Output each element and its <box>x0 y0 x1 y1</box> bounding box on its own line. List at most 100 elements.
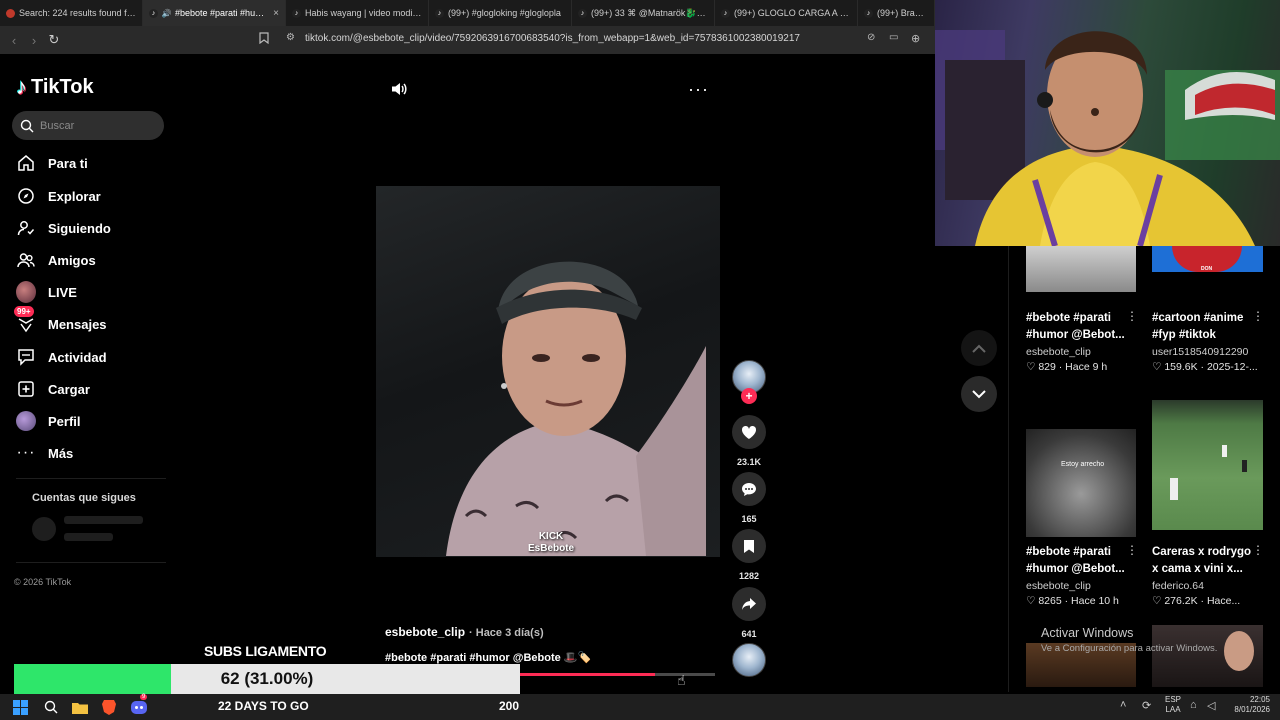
mouse-cursor-icon: ☝ <box>677 672 686 688</box>
tiktok-logo[interactable]: ♪ TikTok <box>16 74 94 100</box>
tiktok-favicon-icon: ♪ <box>435 8 444 18</box>
more-icon: ··· <box>16 444 36 461</box>
sync-icon[interactable]: ⟳ <box>1142 699 1151 712</box>
recommended-thumbnail[interactable] <box>1152 625 1263 687</box>
recommended-stats: ♡ 8265 · Hace 10 h <box>1026 595 1119 607</box>
chevron-down-icon <box>972 389 986 398</box>
creator-avatar-button[interactable]: + <box>731 360 767 404</box>
recommended-caption[interactable]: #bebote #parati #humor @Bebot... <box>1026 310 1134 344</box>
lang-top: ESP <box>1165 695 1182 704</box>
nav-item-mas[interactable]: ··· Más <box>16 440 74 466</box>
browser-tab[interactable]: ♪ (99+) GLOGLO CARGA A EMIY <box>715 0 858 26</box>
thumbnail-label: DON <box>1201 266 1213 272</box>
recommended-author[interactable]: esbebote_clip <box>1026 580 1091 592</box>
watermark-line: EsBebote <box>528 543 575 554</box>
nav-item-mensajes[interactable]: 99+ Mensajes <box>14 306 107 337</box>
nav-label: Mensajes <box>48 316 107 332</box>
recommended-author[interactable]: federico.64 <box>1152 580 1204 592</box>
post-date: · Hace 3 día(s) <box>469 627 544 639</box>
close-tab-icon[interactable]: × <box>273 8 279 19</box>
taskbar-search-icon[interactable] <box>42 698 60 716</box>
tray-chevron-up-icon[interactable]: ˄ <box>1120 699 1126 711</box>
activate-windows-subtitle: Ve a Configuración para activar Windows. <box>1041 643 1218 654</box>
search-input[interactable]: Buscar <box>12 111 164 140</box>
nav-item-explorar[interactable]: Explorar <box>16 183 101 209</box>
video-caption[interactable]: #bebote #parati #humor @Bebote 🎩🏷️ <box>385 651 591 664</box>
nav-item-live[interactable]: LIVE <box>16 279 77 305</box>
recommended-caption[interactable]: #bebote #parati #humor @Bebot... <box>1026 544 1134 578</box>
recommended-author[interactable]: esbebote_clip <box>1026 346 1091 358</box>
url-field[interactable]: tiktok.com/@esbebote_clip/video/75920639… <box>305 33 800 44</box>
tab-title: Search: 224 results found for "j <box>19 8 136 18</box>
browser-tab[interactable]: Search: 224 results found for "j <box>0 0 143 26</box>
player-figure <box>1242 460 1247 472</box>
recommended-thumbnail[interactable] <box>1026 246 1136 292</box>
following-accounts-title: Cuentas que sigues <box>32 492 136 504</box>
brave-browser-icon[interactable] <box>100 698 118 716</box>
nav-item-actividad[interactable]: Actividad <box>16 344 107 370</box>
recommended-thumbnail[interactable]: Estoy arrecho <box>1026 429 1136 537</box>
video-author-line: esbebote_clip · Hace 3 día(s) <box>385 625 544 639</box>
subs-goal-target: 200 <box>499 699 520 713</box>
video-progress-bar[interactable] <box>520 673 715 676</box>
like-button[interactable]: 23.1K <box>731 415 767 467</box>
recommended-thumbnail[interactable]: DON <box>1152 246 1263 272</box>
zoom-icon[interactable]: ⊕ <box>911 32 920 45</box>
more-options-icon[interactable]: ⋮ <box>1126 309 1138 323</box>
chevron-up-icon <box>972 344 986 353</box>
browser-tab[interactable]: ♪ (99+) 33 ⌘ @Matnarök🐉 #fy <box>572 0 715 26</box>
browser-tab-bar: Search: 224 results found for "j ♪ 🔊 #be… <box>0 0 935 26</box>
input-language[interactable]: ESP LAA <box>1165 695 1181 715</box>
browser-tab[interactable]: ♪ (99+) #glogloking #gloglopla <box>429 0 572 26</box>
previous-video-button[interactable] <box>961 330 997 366</box>
site-info-icon[interactable]: ⚙ <box>286 32 295 43</box>
share-button[interactable]: 641 <box>731 587 767 639</box>
nav-item-perfil[interactable]: Perfil <box>16 408 81 434</box>
save-button[interactable]: 1282 <box>731 529 767 581</box>
profile-avatar-icon <box>16 411 36 431</box>
speaker-icon[interactable]: 🔊 <box>162 9 172 18</box>
recommended-caption[interactable]: Careras x rodrygo x cama x vini x... <box>1152 544 1260 578</box>
bookmark-icon[interactable] <box>259 32 269 47</box>
nav-item-amigos[interactable]: Amigos <box>16 247 96 273</box>
music-disc-icon <box>732 643 766 677</box>
forward-icon[interactable]: › <box>24 33 44 48</box>
recommended-caption[interactable]: #cartoon #anime #fyp #tiktok <box>1152 310 1260 344</box>
share-count: 641 <box>741 629 757 639</box>
nav-label: Siguiendo <box>48 220 111 236</box>
video-progress-fill <box>520 673 655 676</box>
start-menu-icon[interactable] <box>11 698 29 716</box>
recommended-author[interactable]: user1518540912290 <box>1152 346 1248 358</box>
follow-plus-icon[interactable]: + <box>741 388 757 404</box>
recommended-thumbnail[interactable] <box>1152 400 1263 530</box>
next-video-button[interactable] <box>961 376 997 412</box>
discord-icon[interactable]: 9 <box>130 694 148 716</box>
nav-label: Amigos <box>48 252 96 268</box>
reload-icon[interactable]: ↻ <box>44 32 64 48</box>
music-disc-button[interactable] <box>731 643 767 677</box>
more-options-icon[interactable]: ⋮ <box>1126 543 1138 557</box>
browser-tab-active[interactable]: ♪ 🔊 #bebote #parati #humor × <box>143 0 286 26</box>
nav-item-cargar[interactable]: Cargar <box>16 376 90 402</box>
no-tracking-icon[interactable]: ⊘ <box>867 32 875 43</box>
network-icon[interactable]: ⌂ <box>1190 699 1197 711</box>
author-name[interactable]: esbebote_clip <box>385 625 465 639</box>
more-options-icon[interactable]: ⋮ <box>1252 309 1264 323</box>
more-options-icon[interactable]: ··· <box>688 79 709 100</box>
nav-item-para-ti[interactable]: Para ti <box>16 150 88 176</box>
message-icon: 99+ <box>14 306 36 334</box>
nav-item-siguiendo[interactable]: Siguiendo <box>16 215 111 241</box>
volume-tray-icon[interactable]: ◁ <box>1207 699 1215 712</box>
back-icon[interactable]: ‹ <box>4 33 24 48</box>
browser-tab[interactable]: ♪ Habis wayang | video modifikasi <box>286 0 429 26</box>
more-options-icon[interactable]: ⋮ <box>1252 543 1264 557</box>
cast-icon[interactable]: ▭ <box>889 32 898 43</box>
tiktok-favicon-icon: ♪ <box>292 8 301 18</box>
volume-icon[interactable] <box>390 80 408 103</box>
file-explorer-icon[interactable] <box>71 698 89 716</box>
comment-button[interactable]: 165 <box>731 472 767 524</box>
live-avatar-icon <box>16 281 36 303</box>
video-player[interactable]: KICK EsBebote <box>376 186 720 557</box>
system-clock[interactable]: 22:05 8/01/2026 <box>1228 695 1270 715</box>
browser-tab[interactable]: ♪ (99+) Brayan So <box>858 0 935 26</box>
